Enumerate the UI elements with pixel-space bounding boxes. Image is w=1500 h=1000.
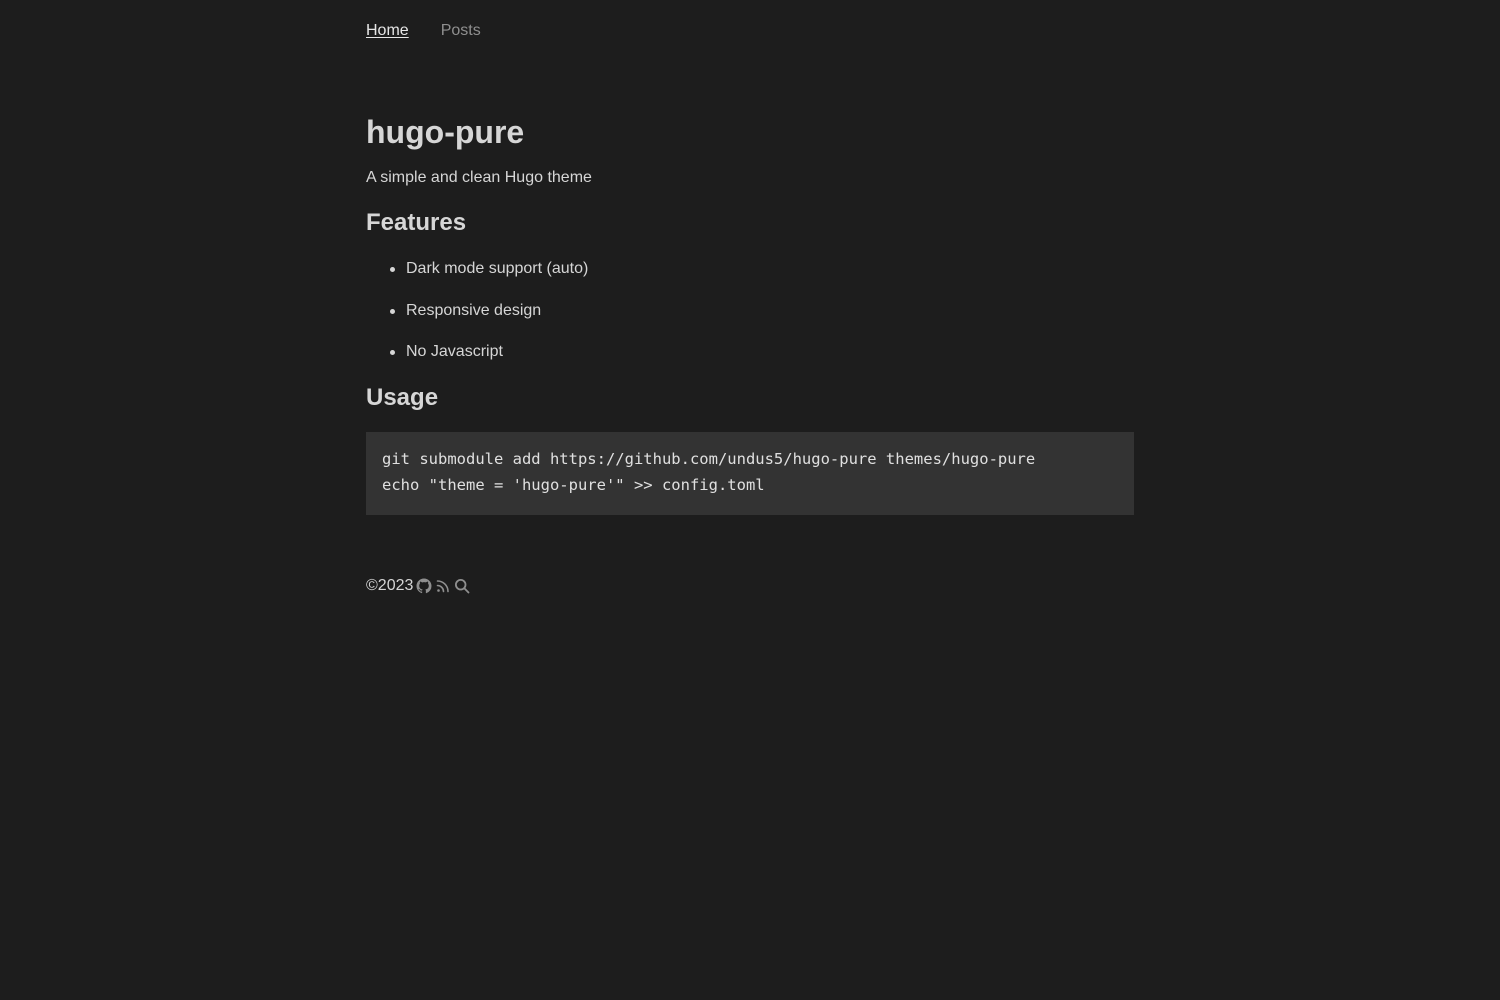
github-icon[interactable] [416,578,432,594]
top-nav: Home Posts [366,22,481,40]
page-tagline: A simple and clean Hugo theme [366,169,592,186]
list-item: Dark mode support (auto) [389,259,588,301]
features-heading: Features [366,209,467,236]
code-block: git submodule add https://github.com/und… [366,432,1134,515]
rss-icon[interactable] [435,578,451,594]
copyright-text: ©2023 [366,577,414,594]
list-item: No Javascript [389,342,588,384]
code-line: git submodule add https://github.com/und… [382,450,1036,468]
nav-link-home[interactable]: Home [366,22,409,40]
list-item: Responsive design [389,301,588,343]
features-list: Dark mode support (auto) Responsive desi… [366,259,588,384]
code-line: echo "theme = 'hugo-pure'" >> config.tom… [382,476,765,494]
search-icon[interactable] [454,578,470,594]
page-footer: ©2023 [366,577,470,595]
usage-heading: Usage [366,384,439,411]
page-title: hugo-pure [366,114,525,150]
nav-link-posts[interactable]: Posts [441,22,481,40]
